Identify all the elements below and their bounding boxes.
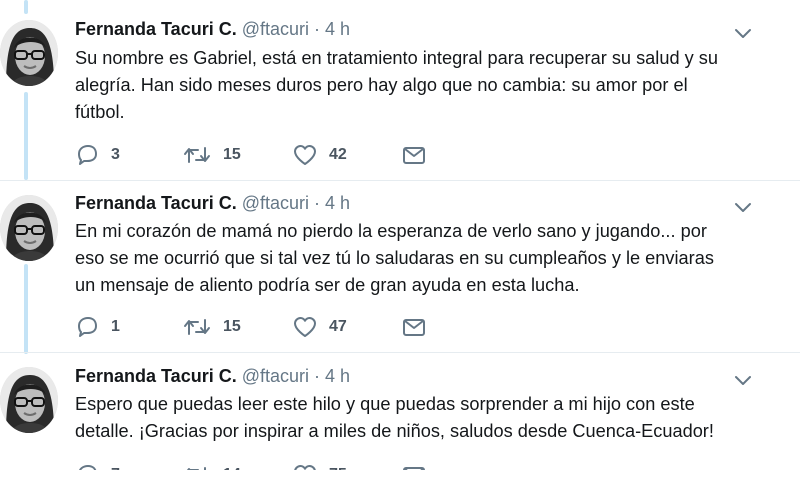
reply-count: 1 — [111, 318, 120, 335]
tweet-text-line: fútbol. — [75, 102, 125, 122]
retweet-icon — [184, 147, 210, 163]
retweet-count: 15 — [223, 318, 241, 335]
retweet-count: 15 — [223, 146, 241, 163]
heart-icon — [294, 145, 316, 165]
timestamp[interactable]: 4 h — [325, 193, 350, 214]
tweet-actions: 1 15 47 — [75, 315, 475, 339]
like-button[interactable]: 42 — [293, 143, 347, 167]
envelope-icon — [403, 147, 425, 164]
separator-dot: · — [314, 19, 320, 39]
timestamp[interactable]: 4 h — [325, 366, 350, 387]
tweet-text-line: detalle. ¡Gracias por inspirar a miles d… — [75, 421, 714, 441]
chevron-down-icon[interactable] — [734, 28, 752, 40]
retweet-icon — [184, 319, 210, 335]
tweet-text: Su nombre es Gabriel, está en tratamient… — [75, 45, 735, 126]
envelope-icon — [403, 319, 425, 336]
retweet-button[interactable]: 15 — [183, 143, 241, 167]
heart-icon — [294, 317, 316, 337]
chevron-down-icon[interactable] — [734, 202, 752, 214]
tweet-header: Fernanda Tacuri C. @ftacuri · 4 h — [75, 366, 350, 392]
tweet-text-line: Espero que puedas leer este hilo y que p… — [75, 394, 695, 414]
reply-count: 3 — [111, 146, 120, 163]
tweet-actions: 3 15 42 — [75, 143, 475, 167]
separator-dot: · — [314, 366, 320, 386]
tweet-text-line: En mi corazón de mamá no pierdo la esper… — [75, 221, 707, 241]
author-name[interactable]: Fernanda Tacuri C. — [75, 366, 237, 387]
viewport-cutoff — [0, 470, 800, 481]
avatar[interactable] — [0, 195, 58, 261]
reply-icon — [78, 317, 97, 337]
retweet-button[interactable]: 15 — [183, 315, 241, 339]
avatar[interactable] — [0, 367, 58, 433]
author-handle[interactable]: @ftacuri — [242, 366, 309, 387]
tweet-text: En mi corazón de mamá no pierdo la esper… — [75, 218, 735, 299]
reply-button[interactable]: 3 — [75, 143, 120, 167]
avatar[interactable] — [0, 20, 58, 86]
timestamp[interactable]: 4 h — [325, 19, 350, 40]
direct-message-button[interactable] — [402, 315, 426, 339]
tweet-text-line: Su nombre es Gabriel, está en tratamient… — [75, 48, 718, 68]
reply-icon — [78, 145, 97, 165]
author-name[interactable]: Fernanda Tacuri C. — [75, 193, 237, 214]
tweet[interactable]: Fernanda Tacuri C. @ftacuri · 4 h Espero… — [0, 353, 800, 481]
reply-button[interactable]: 1 — [75, 315, 120, 339]
like-count: 47 — [329, 318, 347, 335]
author-handle[interactable]: @ftacuri — [242, 193, 309, 214]
author-name[interactable]: Fernanda Tacuri C. — [75, 19, 237, 40]
tweet-header: Fernanda Tacuri C. @ftacuri · 4 h — [75, 19, 350, 45]
like-count: 42 — [329, 146, 347, 163]
avatar-photo — [0, 20, 58, 86]
separator-dot: · — [314, 193, 320, 213]
avatar-photo — [0, 367, 58, 433]
direct-message-button[interactable] — [402, 143, 426, 167]
tweet-text-line: alegría. Han sido meses duros pero hay a… — [75, 75, 688, 95]
chevron-down-icon[interactable] — [734, 375, 752, 387]
tweet-text-line: un mensaje de aliento podría ser de gran… — [75, 275, 580, 295]
avatar-photo — [0, 195, 58, 261]
tweet[interactable]: Fernanda Tacuri C. @ftacuri · 4 h En mi … — [0, 181, 800, 351]
author-handle[interactable]: @ftacuri — [242, 19, 309, 40]
like-button[interactable]: 47 — [293, 315, 347, 339]
tweet[interactable]: Fernanda Tacuri C. @ftacuri · 4 h Su nom… — [0, 0, 800, 180]
tweet-thread: Fernanda Tacuri C. @ftacuri · 4 h Su nom… — [0, 0, 800, 481]
tweet-text: Espero que puedas leer este hilo y que p… — [75, 391, 735, 445]
tweet-text-line: eso se me ocurrió que si tal vez tú lo s… — [75, 248, 714, 268]
tweet-header: Fernanda Tacuri C. @ftacuri · 4 h — [75, 193, 350, 219]
